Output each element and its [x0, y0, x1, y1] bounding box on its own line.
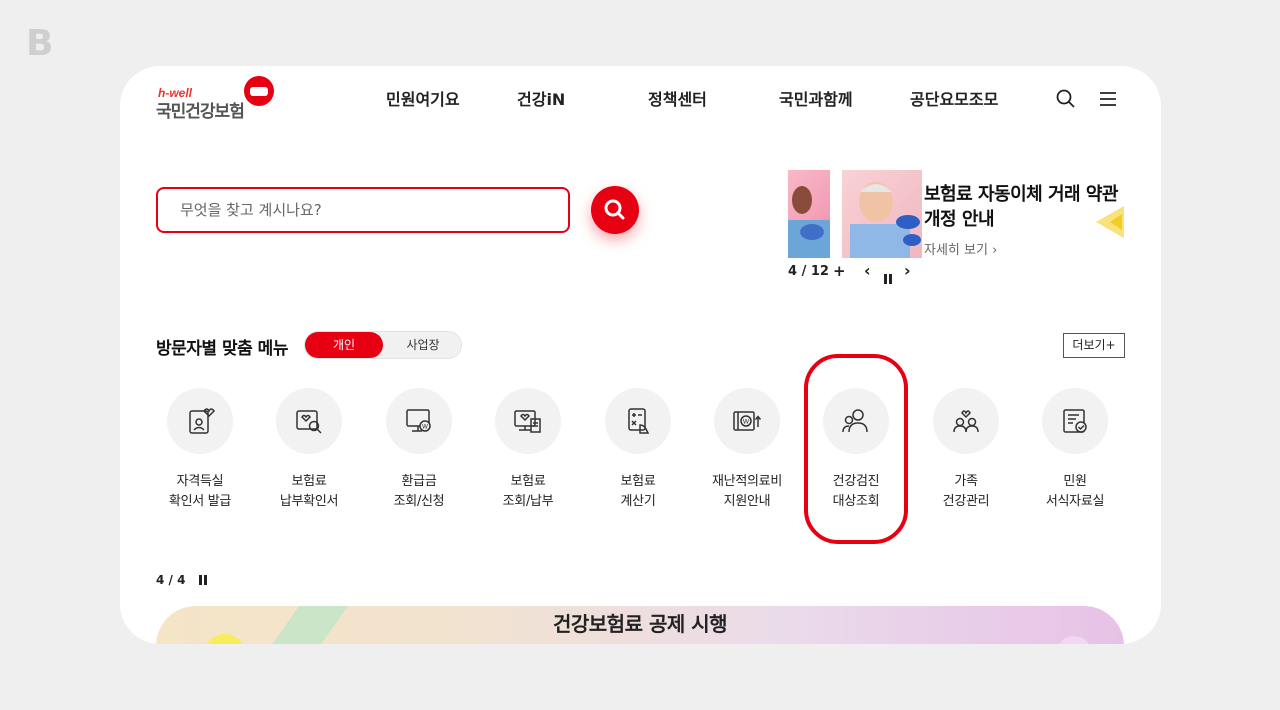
- logo-title: 국민건강보험: [156, 102, 245, 122]
- promo-banner-title: 건강보험료 공제 시행: [552, 612, 728, 636]
- banner-image-2: [842, 170, 922, 258]
- nav-item-about[interactable]: 공단요모조모: [910, 86, 998, 110]
- section-title: 방문자별 맞춤 메뉴: [156, 339, 288, 359]
- search-input[interactable]: [156, 187, 570, 233]
- brand-watermark-icon: B: [26, 23, 54, 64]
- form-check-icon: [1042, 388, 1108, 454]
- menu-icon[interactable]: [1097, 88, 1119, 110]
- banner-blob-decoration: [1056, 636, 1092, 644]
- menu-pager: 4 / 4: [156, 573, 186, 587]
- visitor-type-toggle: 개인 사업장: [304, 331, 462, 359]
- svg-text:W: W: [422, 424, 428, 431]
- id-card-icon: [167, 388, 233, 454]
- banner-prev-button[interactable]: ‹: [864, 261, 871, 280]
- site-logo[interactable]: h-well 국민건강보험: [156, 76, 286, 126]
- family-heart-icon: [933, 388, 999, 454]
- banner-decoration-icon: [1096, 206, 1124, 238]
- menu-item-calculator[interactable]: 보험료 계산기: [583, 388, 693, 518]
- menu-item-label: 재난적의료비 지원안내: [712, 474, 782, 509]
- menu-item-premium-receipt[interactable]: 보험료 납부확인서: [254, 388, 364, 518]
- banner-next-button[interactable]: ›: [904, 261, 911, 280]
- tab-personal[interactable]: 개인: [305, 332, 383, 358]
- payment-receipt-icon: [495, 388, 561, 454]
- pause-icon[interactable]: [198, 575, 208, 585]
- menu-item-label: 보험료 조회/납부: [502, 474, 554, 509]
- menu-item-label: 자격득실 확인서 발급: [168, 474, 232, 509]
- menu-item-label: 가족 건강관리: [942, 474, 990, 509]
- nav-item-civil[interactable]: 민원여기요: [386, 86, 460, 110]
- banner-title[interactable]: 보험료 자동이체 거래 약관 개정 안내: [924, 182, 1124, 232]
- search-icon[interactable]: [1055, 88, 1077, 110]
- nav-item-policy[interactable]: 정책센터: [648, 86, 707, 110]
- menu-item-forms[interactable]: 민원 서식자료실: [1020, 388, 1130, 518]
- menu-item-label: 민원 서식자료실: [1045, 474, 1105, 509]
- menu-item-label: 보험료 계산기: [620, 474, 656, 509]
- banner-image-1: [788, 170, 830, 258]
- more-button[interactable]: 더보기+: [1063, 333, 1125, 358]
- tab-business[interactable]: 사업장: [385, 332, 461, 358]
- highlight-annotation: [804, 354, 908, 544]
- banner-plus-button[interactable]: +: [833, 262, 846, 280]
- search-button-icon: [604, 199, 625, 220]
- menu-item-premium-payment[interactable]: 보험료 조회/납부: [473, 388, 583, 518]
- banner-counter: 4 / 12: [788, 264, 829, 279]
- nav-item-together[interactable]: 국민과함께: [779, 86, 853, 110]
- medical-support-icon: W: [714, 388, 780, 454]
- menu-item-label: 환급금 조회/신청: [393, 474, 445, 509]
- menu-item-label: 보험료 납부확인서: [279, 474, 339, 509]
- promo-banner[interactable]: 건강보험료 공제 시행: [156, 606, 1124, 644]
- logo-emblem-icon: [244, 76, 274, 106]
- menu-item-medical-support[interactable]: W 재난적의료비 지원안내: [692, 388, 802, 518]
- menu-item-refund[interactable]: W 환급금 조회/신청: [364, 388, 474, 518]
- banner-pause-icon[interactable]: [883, 269, 893, 284]
- menu-item-family-health[interactable]: 가족 건강관리: [911, 388, 1021, 518]
- main-card: h-well 국민건강보험 민원여기요 건강iN 정책센터 국민과함께 공단요모…: [120, 66, 1161, 644]
- menu-item-eligibility[interactable]: 자격득실 확인서 발급: [145, 388, 255, 518]
- monitor-won-icon: W: [386, 388, 452, 454]
- banner-more-link[interactable]: 자세히 보기 ›: [924, 239, 997, 258]
- search-button[interactable]: [591, 186, 639, 234]
- document-search-icon: [276, 388, 342, 454]
- nav-item-health-in[interactable]: 건강iN: [517, 86, 565, 110]
- calculator-icon: [605, 388, 671, 454]
- svg-text:W: W: [743, 418, 750, 426]
